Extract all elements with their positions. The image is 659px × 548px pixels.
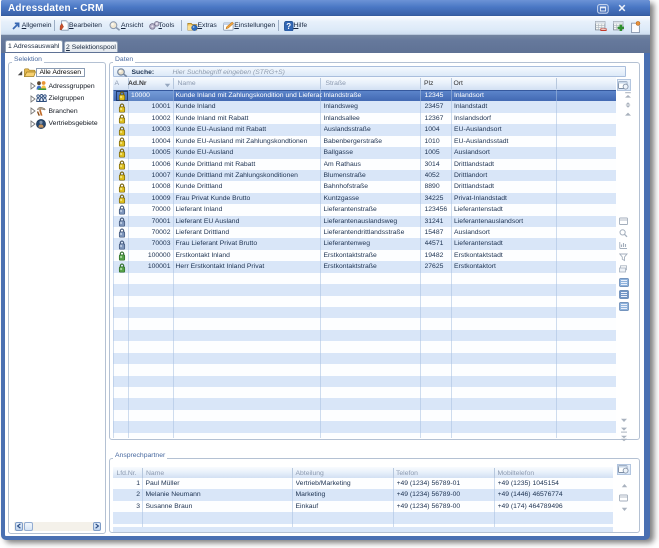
svg-text:?: ? [286,22,291,31]
